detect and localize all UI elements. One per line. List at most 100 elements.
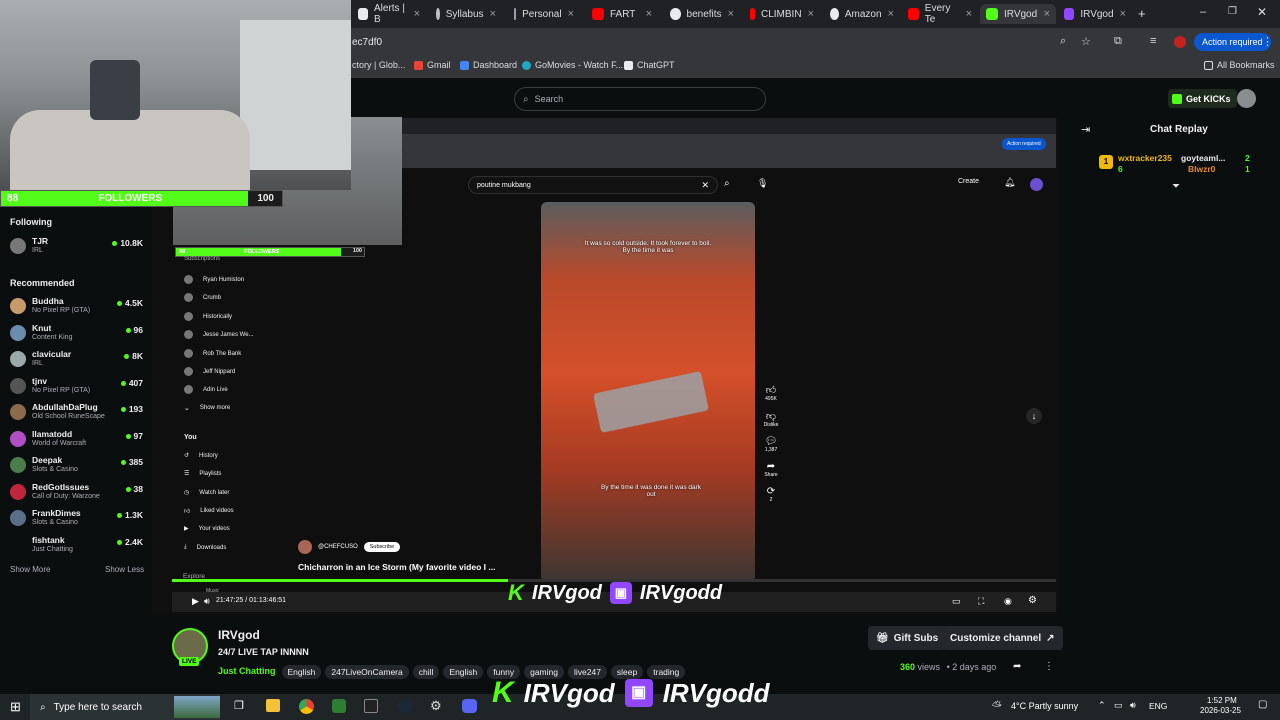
sidebar-item-knut[interactable]: Knut Content King 96 (10, 321, 145, 345)
tag-chip[interactable]: 247LiveOnCamera (325, 665, 409, 679)
customize-channel-button[interactable]: Customize channel ↗ (942, 626, 1063, 650)
all-bookmarks[interactable]: All Bookmarks (1204, 60, 1275, 70)
notifications-icon[interactable]: ▢ (1258, 699, 1267, 710)
expand-leaderboard-icon[interactable]: ⏷ (1172, 181, 1180, 192)
history-icon: ↺ (184, 453, 190, 459)
clip-icon[interactable]: ◉ (1004, 596, 1012, 607)
windows-start-icon[interactable]: ⊞ (10, 699, 21, 715)
sidebar-item-buddha[interactable]: Buddha No Pixel RP (GTA) 4.5K (10, 294, 145, 318)
sidebar-item-tjr[interactable]: TJR IRL 10.8K (10, 234, 145, 258)
sidebar-item-clavicular[interactable]: clavicular IRL 8K (10, 347, 145, 371)
bookmark-factory[interactable]: ctory | Glob... (352, 60, 405, 70)
network-icon[interactable]: ▭ (1114, 700, 1123, 711)
gift-icon: 🎁︎ (876, 632, 889, 644)
viewer-count: 97 (126, 431, 143, 441)
bookmark-gmail[interactable]: Gmail (414, 60, 451, 70)
tab-syllabus[interactable]: Syllabus × (430, 4, 502, 24)
tab-climbin[interactable]: CLIMBIN × (744, 4, 820, 24)
show-less-link[interactable]: Show Less (105, 565, 144, 574)
tag-chip[interactable]: chill (412, 665, 440, 679)
theater-icon[interactable]: ▭ (952, 596, 961, 607)
bookmark-dashboard[interactable]: Dashboard (460, 60, 517, 70)
tray-chevron-icon[interactable]: ⌃ (1098, 700, 1106, 711)
close-icon[interactable]: × (1044, 8, 1050, 20)
get-kicks-button[interactable]: Get KICKs (1168, 89, 1237, 108)
sidebar-item-llamatodd[interactable]: llamatodd World of Warcraft 97 (10, 427, 145, 451)
viewer-count: 4.5K (117, 298, 143, 308)
sidebar-item-redgotissues[interactable]: RedGotIssues Call of Duty: Warzone 38 (10, 480, 145, 504)
weather-text[interactable]: 4°C Partly sunny (1011, 701, 1078, 711)
maximize-button[interactable]: ❐ (1228, 6, 1237, 17)
youtube-favicon-icon (908, 8, 919, 20)
discord-icon[interactable] (462, 699, 477, 713)
tab-irvgod-kick[interactable]: IRVgod × (980, 4, 1056, 24)
more-options-icon[interactable]: ⋮ (1044, 661, 1054, 672)
show-more-link[interactable]: Show More (10, 565, 50, 574)
close-icon[interactable]: × (1120, 8, 1126, 20)
close-icon[interactable]: × (966, 8, 972, 20)
search-input[interactable]: ⌕ Search (514, 87, 766, 111)
channel-name[interactable]: IRVgod (218, 628, 260, 642)
extensions-icon[interactable]: ⧉ (1114, 35, 1122, 48)
sidebar-item-fishtank[interactable]: fishtank Just Chatting 2.4K (10, 533, 145, 557)
steam-icon[interactable] (398, 699, 412, 713)
language-indicator[interactable]: ENG (1149, 701, 1167, 711)
sidebar-item-tjnv[interactable]: tjnv No Pixel RP (GTA) 407 (10, 374, 145, 398)
close-icon[interactable]: × (414, 8, 420, 20)
close-window-button[interactable]: ✕ (1257, 5, 1267, 19)
clock-date[interactable]: 2026-03-25 (1200, 706, 1241, 715)
action-required-button[interactable]: Action required (1194, 33, 1271, 51)
minimize-button[interactable]: – (1200, 6, 1206, 18)
chrome-menu-icon[interactable]: ⋮ (1262, 35, 1273, 48)
user-avatar[interactable] (1237, 89, 1256, 108)
tab-irvgod-twitch[interactable]: IRVgod × (1058, 4, 1132, 24)
sidebar-item-frankdimes[interactable]: FrankDimes Slots & Casino 1.3K (10, 506, 145, 530)
live-badge: LIVE (179, 657, 200, 666)
tab-personal[interactable]: Personal × (508, 4, 580, 24)
address-bar[interactable]: ec7df0 (352, 37, 382, 48)
sidebar-item-deepak[interactable]: Deepak Slots & Casino 385 (10, 453, 145, 477)
volume-icon[interactable]: 🔊︎ (204, 596, 210, 607)
bookmark-star-icon[interactable]: ☆ (1081, 35, 1091, 48)
profile-avatar[interactable] (1174, 36, 1186, 48)
app-icon[interactable] (332, 699, 346, 713)
category-link[interactable]: Just Chatting (218, 666, 276, 676)
task-view-icon[interactable]: ❐ (234, 699, 244, 712)
chrome-icon[interactable] (299, 699, 314, 714)
file-explorer-icon[interactable] (266, 699, 280, 712)
volume-tray-icon[interactable]: 🔊︎ (1130, 700, 1136, 711)
tab-amazon[interactable]: Amazon × (824, 4, 900, 24)
settings-gear-icon[interactable]: ⚙ (1028, 595, 1037, 606)
close-icon[interactable]: × (568, 8, 574, 20)
tab-alerts[interactable]: Alerts | B × (352, 3, 426, 25)
tab-benefits[interactable]: benefits × (664, 4, 740, 24)
settings-icon[interactable]: ⚙ (430, 698, 442, 714)
epic-games-icon[interactable] (364, 699, 378, 713)
bookmark-gomovies[interactable]: GoMovies - Watch F... (522, 60, 623, 70)
fullscreen-icon[interactable]: ⛶ (978, 596, 984, 607)
caption-bottom: By the time it was done it was dark out (600, 484, 702, 498)
media-icon[interactable]: ≡ (1150, 35, 1156, 47)
share-icon[interactable]: ➦ (1013, 661, 1021, 672)
zoom-icon[interactable]: ⌕ (1060, 35, 1066, 48)
bookmark-chatgpt[interactable]: ChatGPT (624, 60, 675, 70)
channel-avatar-icon (184, 385, 193, 394)
gift-subs-button[interactable]: 🎁︎ Gift Subs (868, 626, 947, 650)
sidebar-item-abdullahdaplug[interactable]: AbdullahDaPlug Old School RuneScape 193 (10, 400, 145, 424)
tag-chip[interactable]: English (281, 665, 322, 679)
play-icon[interactable]: ▶ (192, 596, 199, 607)
close-icon[interactable]: × (808, 8, 814, 20)
personal-favicon-icon (514, 8, 517, 20)
collapse-chat-icon[interactable]: ⇥ (1081, 123, 1090, 136)
clock-time[interactable]: 1:52 PM (1207, 696, 1237, 705)
close-icon[interactable]: × (888, 8, 894, 20)
close-icon[interactable]: × (728, 8, 734, 20)
tab-every[interactable]: Every Te × (902, 3, 978, 25)
new-tab-button[interactable]: + (1138, 6, 1146, 21)
close-icon[interactable]: × (646, 8, 652, 20)
close-icon[interactable]: × (490, 8, 496, 20)
tag-chip[interactable]: English (443, 665, 484, 679)
syllabus-favicon-icon (436, 8, 440, 20)
captured-short-actions: 👍︎ 495K 👎︎ Dislike 💬︎ 1,387 ➦ Share ⟳ 2 (758, 384, 784, 580)
tab-fart[interactable]: FART × (586, 4, 658, 24)
